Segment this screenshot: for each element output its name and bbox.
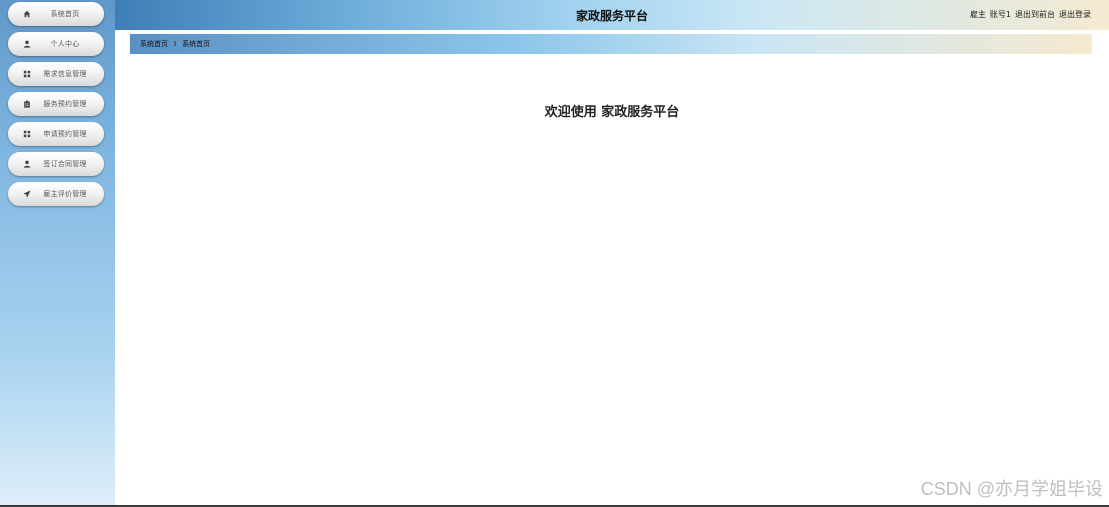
sidebar-item-profile[interactable]: 个人中心: [8, 32, 104, 56]
breadcrumb-current: 系统首页: [182, 40, 211, 48]
watermark: CSDN @亦月学姐毕设: [920, 479, 1103, 499]
sidebar-item-employer-review[interactable]: 雇主评价管理: [8, 182, 104, 206]
grid-icon: [22, 69, 32, 79]
send-icon: [22, 189, 32, 199]
back-to-front-link[interactable]: 退出到前台: [1015, 9, 1055, 20]
sidebar-item-label: 服务预约管理: [43, 100, 87, 108]
sidebar-item-home[interactable]: 系统首页: [8, 2, 104, 26]
sidebar-item-contract[interactable]: 签订合同管理: [8, 152, 104, 176]
sidebar-item-label: 需求信息管理: [43, 70, 87, 78]
clipboard-icon: [22, 99, 32, 109]
sidebar-item-label: 申请预约管理: [43, 130, 87, 138]
breadcrumb: 系统首页 Ⅰ 系统首页: [130, 34, 1092, 54]
grid-icon: [22, 129, 32, 139]
user-name: 账号1: [989, 10, 1011, 19]
app-title: 家政服务平台: [575, 9, 648, 23]
user-menu: 雇主 账号1 退出到前台 退出登录: [970, 9, 1091, 20]
breadcrumb-separator: Ⅰ: [174, 40, 177, 48]
breadcrumb-home-link[interactable]: 系统首页: [140, 39, 168, 49]
sidebar-item-label: 系统首页: [50, 10, 80, 18]
sidebar: 系统首页 个人中心 需求信息管理 服务预约管理 申请预约管理 签订合同管理 雇主…: [0, 0, 115, 507]
sidebar-item-label: 个人中心: [50, 40, 80, 48]
sidebar-item-label: 签订合同管理: [43, 160, 87, 168]
sidebar-item-apply-booking[interactable]: 申请预约管理: [8, 122, 104, 146]
user-icon: [22, 159, 32, 169]
sidebar-item-label: 雇主评价管理: [43, 190, 87, 198]
top-header: 家政服务平台 雇主 账号1 退出到前台 退出登录: [115, 0, 1109, 30]
sidebar-item-demand[interactable]: 需求信息管理: [8, 62, 104, 86]
welcome-message: 欢迎使用 家政服务平台: [544, 105, 680, 120]
logout-link[interactable]: 退出登录: [1059, 9, 1091, 20]
app-window: 系统首页 个人中心 需求信息管理 服务预约管理 申请预约管理 签订合同管理 雇主…: [0, 0, 1109, 507]
user-icon: [22, 39, 32, 49]
sidebar-item-service-booking[interactable]: 服务预约管理: [8, 92, 104, 116]
user-role: 雇主: [969, 10, 986, 19]
home-icon: [22, 9, 32, 19]
